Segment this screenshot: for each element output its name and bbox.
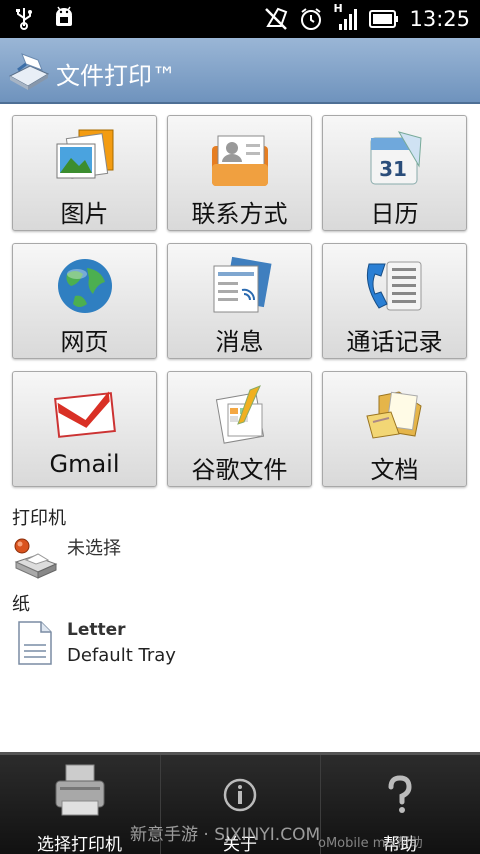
tile-label: 图片 (60, 200, 109, 228)
tile-call-log[interactable]: 通话记录 (322, 243, 467, 359)
globe-icon (58, 259, 112, 313)
printer-icon (55, 764, 104, 816)
tile-documents[interactable]: 文档 (322, 371, 467, 487)
photos-icon (56, 129, 114, 179)
tile-label: 网页 (60, 328, 109, 356)
documents-folder-icon (366, 391, 422, 439)
clock: 13:25 (409, 7, 470, 31)
tile-messages[interactable]: 消息 (167, 243, 312, 359)
usb-icon (16, 8, 32, 30)
paper-section-heading: 纸 (12, 594, 30, 615)
tile-web[interactable]: 网页 (12, 243, 157, 359)
battery-icon (369, 10, 399, 28)
printer-status[interactable]: 未选择 (67, 534, 121, 560)
paper-tray[interactable]: Default Tray (67, 645, 176, 666)
app-title: 文件打印™ (56, 62, 176, 90)
print-source-grid: 图片 联系方式 31 日历 网页 消息 通话记录 Gmail 谷歌文件 文档 (12, 115, 468, 487)
google-docs-icon (215, 385, 265, 444)
messages-icon (213, 256, 272, 313)
contacts-icon (212, 135, 268, 186)
help-icon (388, 775, 412, 813)
tile-calendar[interactable]: 31 日历 (322, 115, 467, 231)
tile-gmail[interactable]: Gmail (12, 371, 157, 487)
gmail-icon (54, 391, 116, 438)
paper-size[interactable]: Letter (67, 620, 126, 640)
printer-icon[interactable] (12, 534, 58, 580)
tile-label: 通话记录 (346, 328, 443, 356)
alarm-icon (301, 8, 322, 30)
tile-label: 文档 (370, 456, 419, 484)
printer-section-heading: 打印机 (12, 508, 66, 529)
android-debug-icon (56, 6, 72, 26)
watermark-small-text: oMobile mix帮助 (318, 836, 423, 851)
tile-contacts[interactable]: 联系方式 (167, 115, 312, 231)
no-sync-icon (265, 7, 288, 30)
tile-label: 日历 (370, 200, 419, 228)
tile-label: 谷歌文件 (191, 456, 288, 484)
tile-label: 联系方式 (191, 200, 288, 228)
signal-icon: H (333, 2, 359, 32)
call-log-icon (366, 261, 422, 311)
app-logo-icon (8, 53, 50, 90)
calendar-icon: 31 (370, 131, 422, 185)
tile-label: 消息 (215, 328, 264, 356)
info-icon (223, 778, 257, 812)
app-title-bar: 文件打印™ (0, 38, 480, 104)
tile-google-docs[interactable]: 谷歌文件 (167, 371, 312, 487)
tile-photos[interactable]: 图片 (12, 115, 157, 231)
paper-icon[interactable] (17, 620, 53, 666)
calendar-day-text: 31 (379, 157, 407, 181)
tile-label: Gmail (49, 450, 120, 478)
status-bar: H 13:25 (0, 0, 480, 38)
watermark-text: 新意手游 · SJXINYI.COM (130, 825, 321, 845)
